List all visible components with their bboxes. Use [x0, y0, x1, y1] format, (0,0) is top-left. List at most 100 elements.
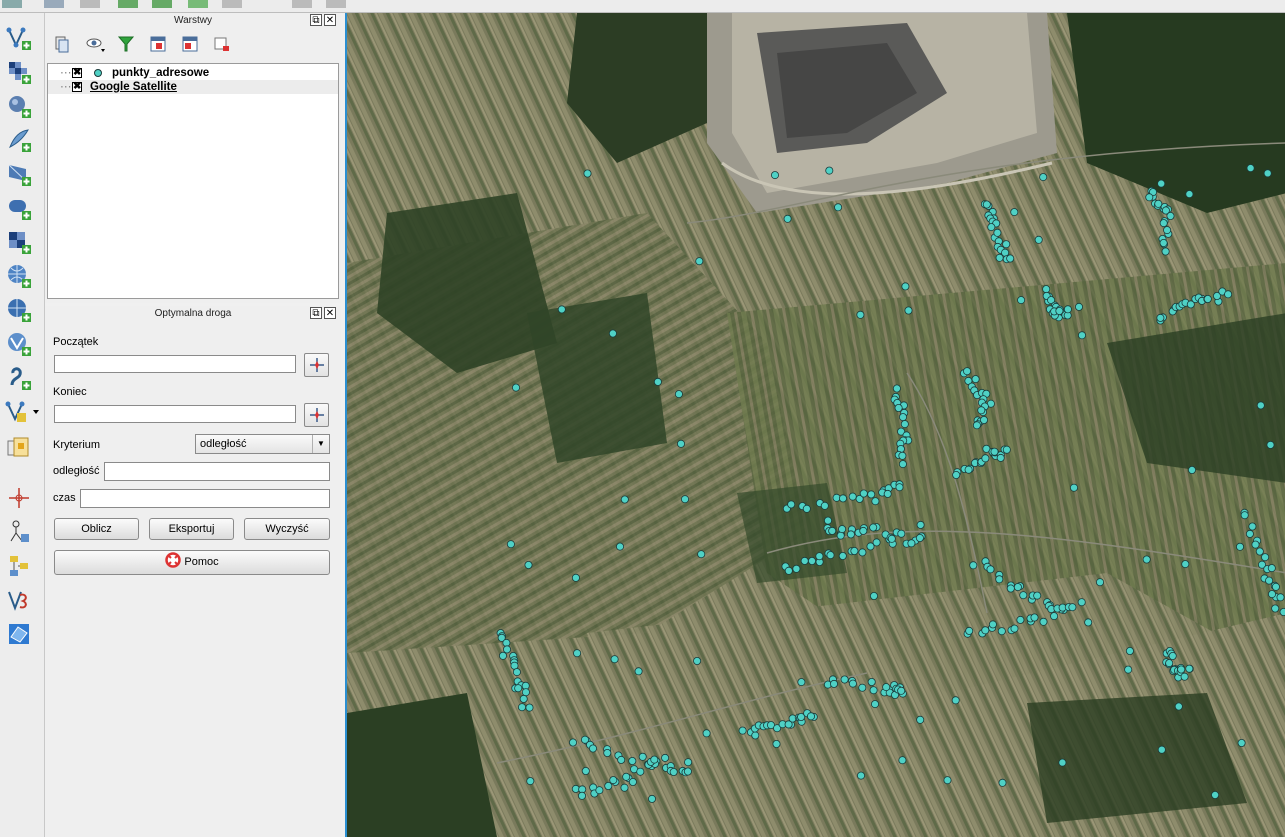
visibility-eye-icon[interactable]: [85, 33, 107, 55]
address-point: [964, 465, 973, 474]
address-point: [1185, 664, 1194, 673]
add-wms-layer-icon[interactable]: [4, 159, 34, 189]
close-panel-button[interactable]: ✕: [324, 307, 336, 319]
address-point: [988, 620, 997, 629]
add-spatialite-layer-icon[interactable]: [4, 125, 34, 155]
layer-item-punkty-adresowe[interactable]: ⋯ ✖ punkty_adresowe: [48, 66, 338, 80]
address-point: [577, 791, 586, 800]
add-group-icon[interactable]: [51, 33, 73, 55]
address-point: [525, 703, 534, 712]
address-point: [1248, 522, 1257, 531]
georeference-icon[interactable]: [4, 551, 34, 581]
start-input[interactable]: [54, 355, 296, 373]
address-point: [848, 492, 857, 501]
toolbar-icon[interactable]: [326, 0, 346, 8]
address-point: [1224, 290, 1233, 299]
address-point: [802, 504, 811, 513]
address-point: [1017, 296, 1026, 305]
address-point: [1002, 240, 1011, 249]
address-point: [669, 768, 678, 777]
filter-icon[interactable]: [115, 33, 137, 55]
add-wfs-layer-icon[interactable]: [4, 261, 34, 291]
new-shapefile-icon[interactable]: [4, 363, 34, 393]
address-point: [883, 489, 892, 498]
address-point: [1266, 440, 1275, 449]
toolbar-icon[interactable]: [292, 0, 312, 8]
address-point: [770, 171, 779, 180]
layer-item-google-satellite[interactable]: ⋯ ✖ Google Satellite: [48, 80, 338, 94]
select-icon[interactable]: [4, 619, 34, 649]
address-point: [1002, 445, 1011, 454]
address-point: [1042, 285, 1051, 294]
toolbar-icon[interactable]: [2, 0, 22, 8]
float-panel-button[interactable]: ⧉: [310, 14, 322, 26]
pick-start-button[interactable]: [304, 353, 329, 377]
criterion-select[interactable]: odległość ▼: [195, 434, 330, 454]
end-input[interactable]: [54, 405, 296, 423]
address-point: [638, 752, 647, 761]
help-button[interactable]: Pomoc: [54, 550, 330, 575]
address-point: [951, 696, 960, 705]
toolbar-icon[interactable]: [118, 0, 138, 8]
toolbar-icon[interactable]: [152, 0, 172, 8]
toolbar-icon[interactable]: [44, 0, 64, 8]
add-delimited-text-icon[interactable]: [4, 329, 34, 359]
pick-end-button[interactable]: [304, 403, 329, 427]
address-point: [1157, 179, 1166, 188]
address-point: [872, 538, 881, 547]
expand-all-icon[interactable]: [147, 33, 169, 55]
satellite-map[interactable]: [347, 13, 1285, 837]
address-point: [526, 777, 535, 786]
toolbar-icon[interactable]: [222, 0, 242, 8]
address-point: [977, 406, 986, 415]
address-point: [963, 367, 972, 376]
add-virtual-layer-icon[interactable]: [4, 295, 34, 325]
add-postgis-layer-icon[interactable]: [4, 91, 34, 121]
clear-button[interactable]: Wyczyść: [244, 518, 330, 540]
collapse-all-icon[interactable]: [179, 33, 201, 55]
address-point: [838, 525, 847, 534]
address-point: [595, 786, 604, 795]
address-point: [1188, 465, 1197, 474]
address-point: [784, 566, 793, 575]
address-point: [506, 540, 515, 549]
address-point: [1180, 672, 1189, 681]
address-point: [823, 516, 832, 525]
address-point: [971, 375, 980, 384]
address-point: [856, 771, 865, 780]
compute-button[interactable]: Oblicz: [54, 518, 139, 540]
distance-output[interactable]: [104, 462, 330, 481]
address-point: [815, 552, 824, 561]
digitize-icon[interactable]: [4, 397, 42, 427]
float-panel-button[interactable]: ⧉: [310, 307, 322, 319]
address-point: [1168, 652, 1177, 661]
address-point: [834, 203, 843, 212]
top-toolbar: [0, 0, 1285, 13]
layer-checkbox[interactable]: ✖: [72, 82, 82, 92]
remove-layer-icon[interactable]: [211, 33, 233, 55]
identify-icon[interactable]: [4, 433, 34, 463]
close-panel-button[interactable]: ✕: [324, 14, 336, 26]
layer-checkbox[interactable]: ✖: [72, 68, 82, 78]
start-label: Początek: [53, 336, 99, 348]
toolbar-icon[interactable]: [188, 0, 208, 8]
split-icon[interactable]: [4, 517, 34, 547]
address-point: [981, 454, 990, 463]
add-raster-layer-icon[interactable]: [4, 57, 34, 87]
add-vector-layer-icon[interactable]: [4, 23, 34, 53]
address-point: [806, 712, 815, 721]
address-point: [1016, 615, 1025, 624]
address-point: [1033, 591, 1042, 600]
address-point: [628, 757, 637, 766]
add-mssql-layer-icon[interactable]: [4, 193, 34, 223]
map-canvas[interactable]: [345, 13, 1285, 837]
time-output[interactable]: [80, 489, 330, 508]
export-button[interactable]: Eksportuj: [149, 518, 234, 540]
select-icon[interactable]: [4, 585, 34, 615]
add-wcs-layer-icon[interactable]: [4, 227, 34, 257]
address-point: [897, 686, 906, 695]
node-tool-icon[interactable]: [4, 483, 34, 513]
toolbar-icon[interactable]: [80, 0, 100, 8]
address-point: [898, 460, 907, 469]
layers-panel-title: Warstwy: [174, 15, 212, 26]
